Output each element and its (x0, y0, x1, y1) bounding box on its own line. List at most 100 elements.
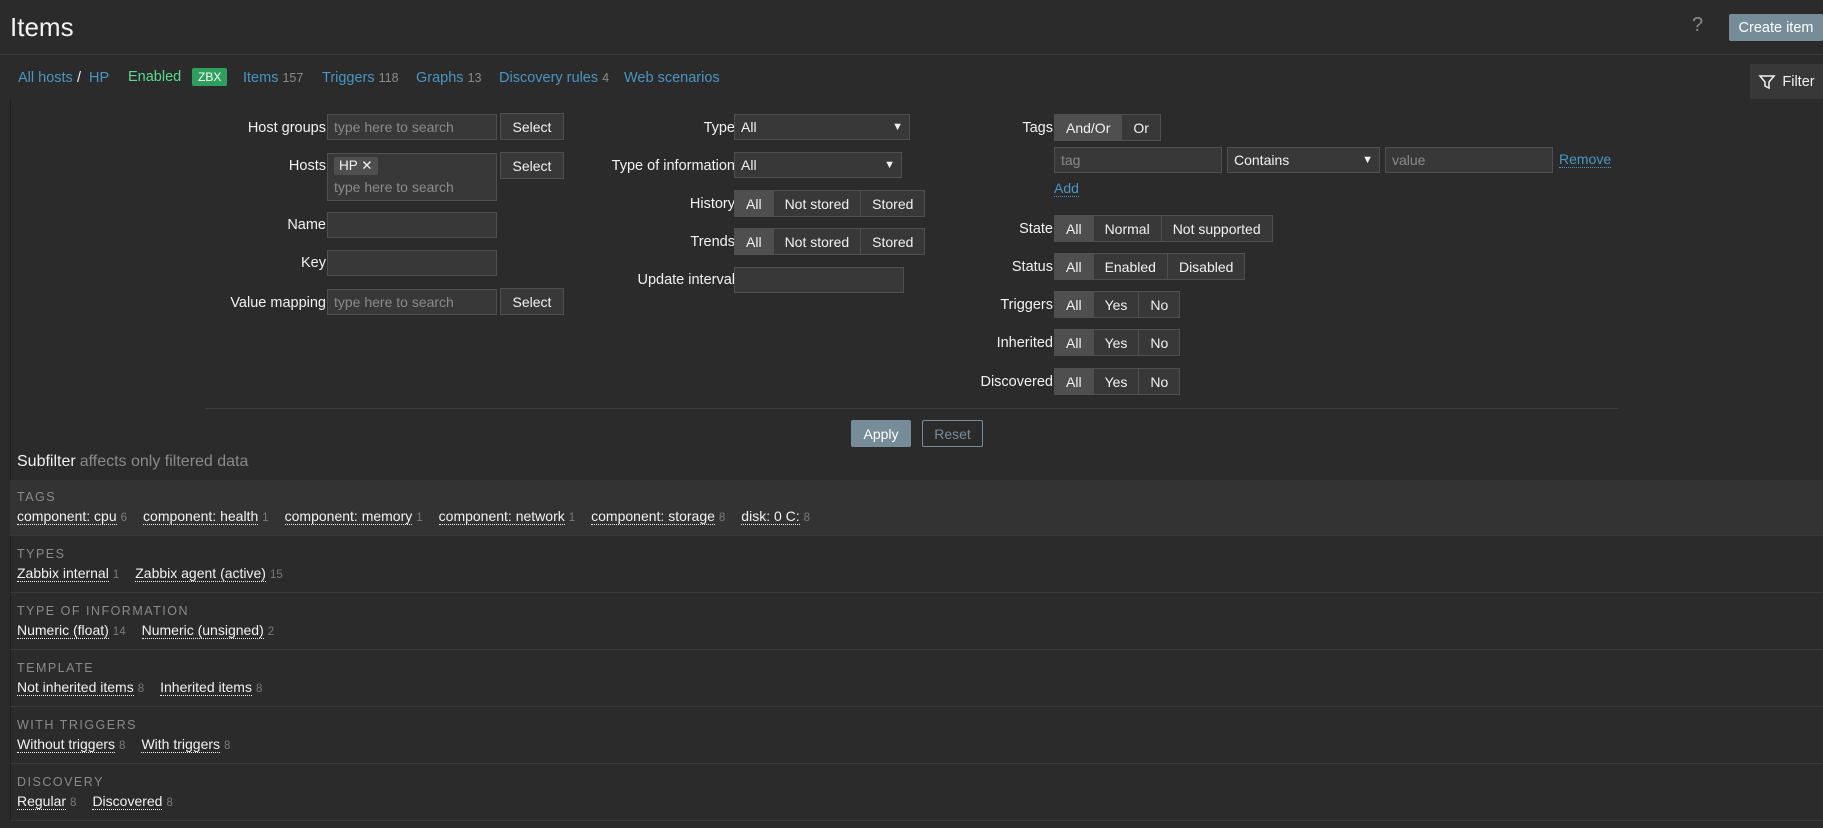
subfilter-item-label: disk: 0 C: (741, 508, 800, 525)
subfilter-item-count: 14 (112, 626, 126, 638)
tab-items[interactable]: Items 157 (243, 70, 303, 86)
subfilter-item-count: 8 (255, 683, 263, 695)
subfilter-item[interactable]: component: storage 8 (591, 508, 725, 525)
triggers-no[interactable]: No (1139, 292, 1180, 317)
history-label: History (689, 196, 735, 212)
state-not-supported[interactable]: Not supported (1161, 216, 1272, 241)
subfilter-item[interactable]: Numeric (float) 14 (17, 622, 126, 639)
breadcrumb-separator: / (77, 70, 82, 86)
filter-tab[interactable]: Filter (1750, 64, 1823, 99)
subfilter-item[interactable]: component: memory 1 (284, 508, 423, 525)
trends-stored[interactable]: Stored (861, 229, 925, 254)
subfilter-item[interactable]: With triggers 8 (141, 736, 230, 753)
host-chip-label: HP (339, 158, 358, 173)
state-all[interactable]: All (1055, 216, 1094, 241)
history-stored[interactable]: Stored (861, 191, 925, 216)
tab-discovery-rules[interactable]: Discovery rules 4 (499, 70, 609, 86)
value-mapping-input[interactable]: type here to search (327, 289, 497, 315)
breadcrumb-all-hosts[interactable]: All hosts (18, 70, 73, 86)
inherited-no[interactable]: No (1139, 330, 1180, 355)
tags-or[interactable]: Or (1122, 115, 1160, 140)
subfilter-item-label: Zabbix agent (active) (135, 565, 266, 582)
subfilter-item[interactable]: component: cpu 6 (17, 508, 127, 525)
triggers-label: Triggers (1000, 297, 1053, 313)
value-mapping-select-button[interactable]: Select (500, 288, 564, 315)
subfilter-heading: TYPE OF INFORMATION (17, 604, 190, 618)
subfilter-item[interactable]: disk: 0 C: 8 (741, 508, 810, 525)
chevron-down-icon: ▼ (1362, 154, 1373, 166)
inherited-yes[interactable]: Yes (1093, 330, 1140, 355)
breadcrumb-host[interactable]: HP (89, 70, 109, 86)
hosts-select-button[interactable]: Select (500, 152, 564, 179)
status-disabled[interactable]: Disabled (1167, 254, 1245, 279)
triggers-segmented: All Yes No (1054, 291, 1181, 318)
type-of-information-select[interactable]: All ▼ (734, 152, 902, 178)
chevron-down-icon: ▼ (892, 121, 903, 133)
state-normal[interactable]: Normal (1093, 216, 1162, 241)
host-groups-select-button[interactable]: Select (500, 113, 564, 140)
tab-triggers[interactable]: Triggers 118 (322, 70, 399, 86)
subfilter-heading: TYPES (17, 547, 66, 561)
subfilter-item[interactable]: Numeric (unsigned) 2 (141, 622, 274, 639)
update-interval-label: Update interval (637, 272, 735, 288)
subfilter-item[interactable]: Inherited items 8 (160, 679, 263, 696)
trends-all[interactable]: All (735, 229, 774, 254)
discovered-no[interactable]: No (1139, 369, 1180, 394)
filter-tab-label: Filter (1782, 73, 1815, 90)
tag-add-link[interactable]: Add (1054, 180, 1079, 197)
subfilter-item-count: 8 (119, 740, 126, 752)
triggers-yes[interactable]: Yes (1093, 292, 1140, 317)
status-enabled[interactable]: Enabled (1093, 254, 1168, 279)
help-icon[interactable]: ? (1692, 14, 1703, 37)
host-groups-input[interactable]: type here to search (327, 114, 497, 140)
subfilter-item[interactable]: Without triggers 8 (17, 736, 126, 753)
subfilter-item[interactable]: Zabbix agent (active) 15 (135, 565, 283, 582)
subfilter-item-label: Inherited items (160, 679, 252, 696)
apply-button[interactable]: Apply (851, 420, 911, 447)
discovered-all[interactable]: All (1055, 369, 1094, 394)
tag-operator-select[interactable]: Contains ▼ (1227, 147, 1380, 173)
name-input[interactable] (327, 212, 497, 238)
tag-remove-link[interactable]: Remove (1559, 151, 1612, 168)
subfilter-item[interactable]: component: health 1 (143, 508, 269, 525)
subfilter-item[interactable]: Zabbix internal 1 (17, 565, 119, 582)
subfilter-item[interactable]: Not inherited items 8 (17, 679, 144, 696)
history-not-stored[interactable]: Not stored (773, 191, 862, 216)
name-label: Name (287, 217, 326, 233)
host-status[interactable]: Enabled (128, 69, 181, 85)
inherited-label: Inherited (996, 335, 1053, 351)
history-segmented: All Not stored Stored (734, 190, 926, 217)
history-all[interactable]: All (735, 191, 774, 216)
tags-and-or[interactable]: And/Or (1055, 115, 1123, 140)
update-interval-input[interactable] (734, 267, 904, 293)
subfilter-section-with-triggers: WITH TRIGGERS Without triggers 8 With tri… (10, 708, 1823, 764)
hosts-label: Hosts (288, 158, 326, 174)
tag-name-input[interactable]: tag (1054, 147, 1222, 173)
subfilter-heading: DISCOVERY (17, 775, 104, 789)
triggers-all[interactable]: All (1055, 292, 1094, 317)
subfilter-item-label: With triggers (141, 736, 221, 753)
status-all[interactable]: All (1055, 254, 1094, 279)
tab-web-scenarios[interactable]: Web scenarios (624, 70, 720, 86)
hosts-multiselect[interactable]: HP ✕ type here to search (327, 153, 497, 201)
tab-graphs-label: Graphs (416, 70, 464, 86)
inherited-all[interactable]: All (1055, 330, 1094, 355)
subfilter-item[interactable]: Discovered 8 (92, 793, 173, 810)
discovered-yes[interactable]: Yes (1093, 369, 1140, 394)
tags-evaltype-segmented: And/Or Or (1054, 114, 1161, 141)
trends-not-stored[interactable]: Not stored (773, 229, 862, 254)
subfilter-heading: TEMPLATE (17, 661, 95, 675)
discovered-segmented: All Yes No (1054, 368, 1181, 395)
tab-graphs[interactable]: Graphs 13 (416, 70, 481, 86)
create-item-button[interactable]: Create item (1729, 14, 1823, 41)
host-navigation: All hosts / HP Enabled ZBX Items 157 Trig… (0, 56, 1823, 98)
subfilter-item[interactable]: Regular 8 (17, 793, 76, 810)
subfilter-item[interactable]: component: network 1 (438, 508, 575, 525)
key-input[interactable] (327, 250, 497, 276)
subfilter-heading: WITH TRIGGERS (17, 718, 137, 732)
type-select[interactable]: All ▼ (734, 114, 910, 140)
type-label: Type (703, 120, 735, 136)
remove-chip-icon[interactable]: ✕ (361, 158, 372, 173)
reset-button[interactable]: Reset (922, 420, 983, 447)
tag-value-input[interactable]: value (1385, 147, 1553, 173)
